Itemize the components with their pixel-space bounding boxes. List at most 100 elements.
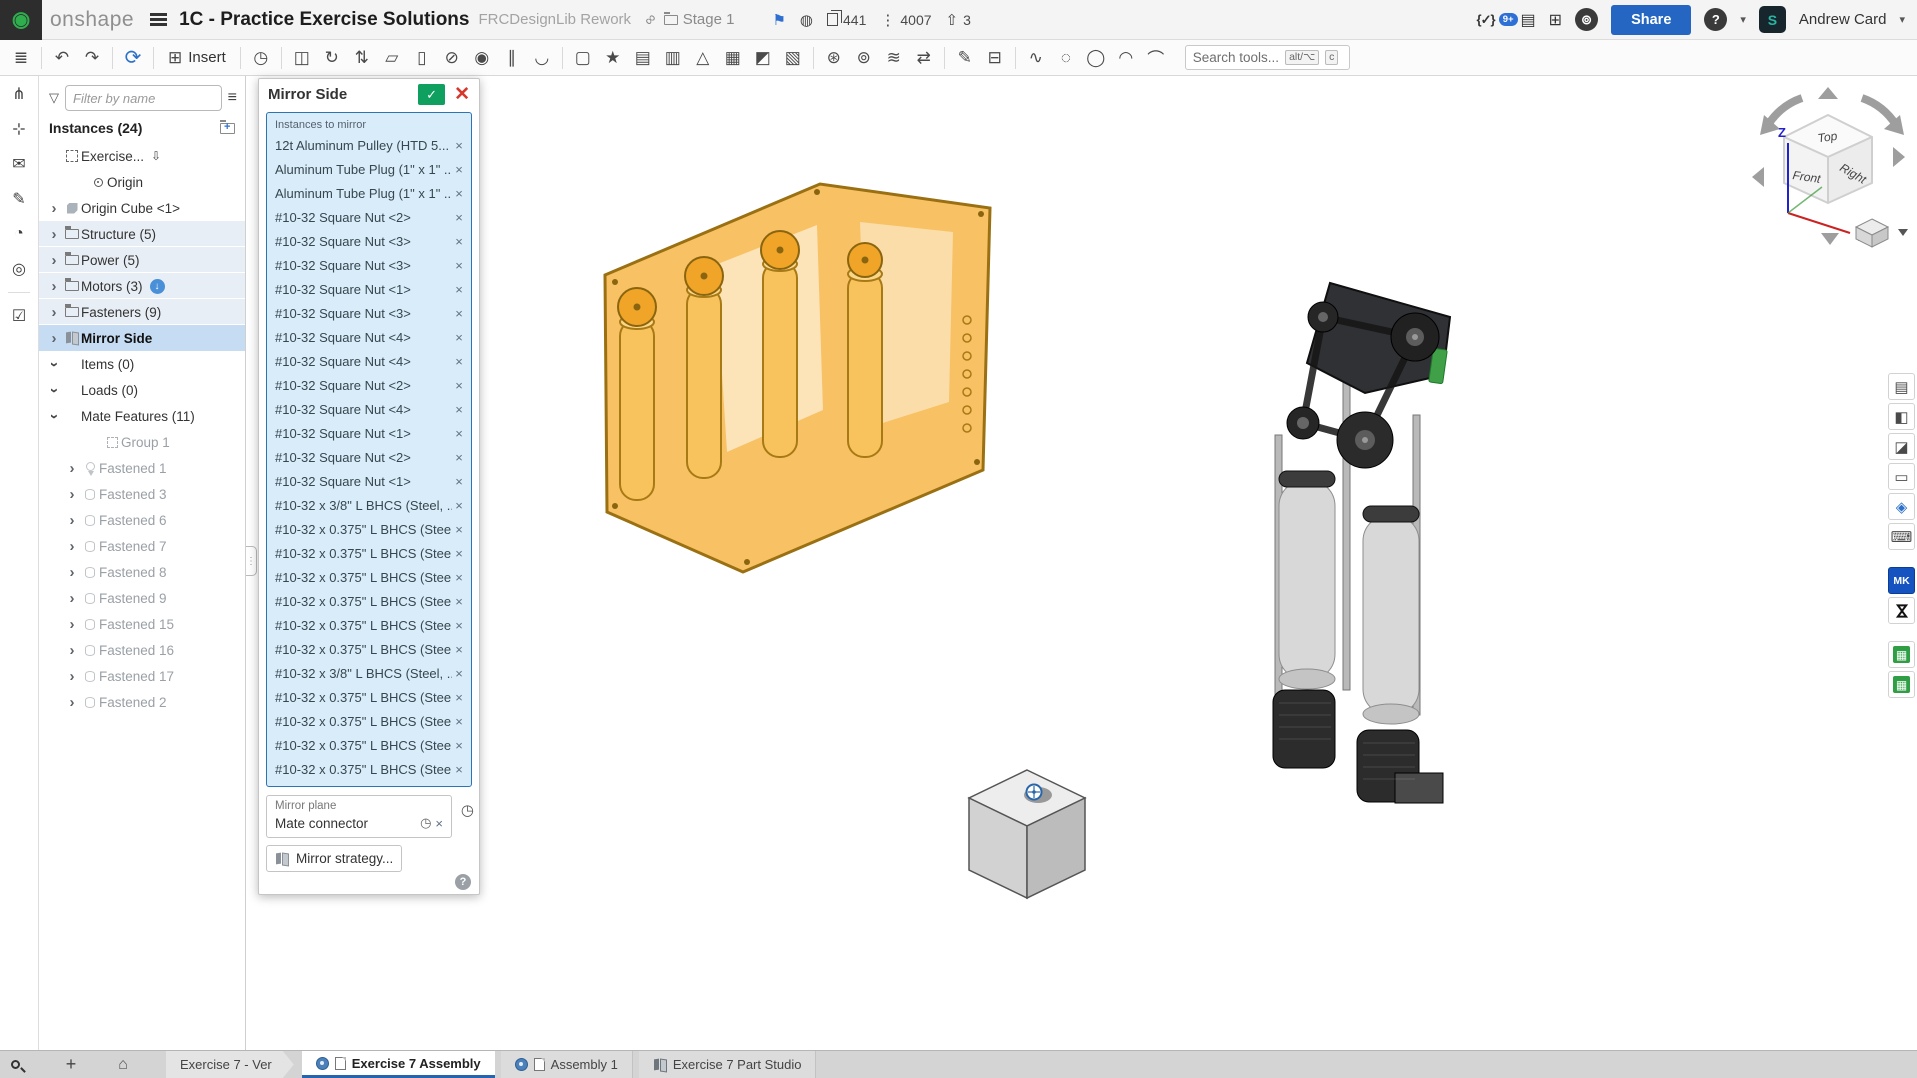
remove-instance-button[interactable]: × xyxy=(452,570,466,585)
tree-item[interactable]: Fastened 6 xyxy=(39,507,245,533)
remove-instance-button[interactable]: × xyxy=(452,738,466,753)
clear-mirror-plane-button[interactable]: × xyxy=(435,816,443,831)
chevron-icon[interactable] xyxy=(63,668,81,685)
tree-item[interactable]: Loads (0) xyxy=(39,377,245,403)
mirror-instance-item[interactable]: #10-32 Square Nut <2> × xyxy=(267,373,471,397)
fastened-mate-icon[interactable]: ◫ xyxy=(287,44,317,72)
tree-item[interactable]: Origin Cube <1> xyxy=(39,195,245,221)
remove-instance-button[interactable]: × xyxy=(452,690,466,705)
arc-icon[interactable]: ◠ xyxy=(1111,44,1141,72)
remove-instance-button[interactable]: × xyxy=(452,258,466,273)
remove-instance-button[interactable]: × xyxy=(452,330,466,345)
tangent-arc-icon[interactable]: ⌒ xyxy=(1141,44,1171,72)
toolbar-button[interactable] xyxy=(36,44,47,72)
mirror-instance-item[interactable]: #10-32 Square Nut <1> × xyxy=(267,277,471,301)
toolbar-button[interactable] xyxy=(1010,44,1021,72)
render-options-button[interactable] xyxy=(0,1051,30,1078)
activity-button[interactable] xyxy=(8,292,30,293)
configuration-icon[interactable]: ⊟ xyxy=(980,44,1010,72)
history-icon[interactable]: ◔ xyxy=(6,222,32,246)
spotlight-search-icon[interactable]: ◎ xyxy=(6,257,32,281)
tree-item[interactable]: Mate Features (11) xyxy=(39,403,245,429)
chevron-icon[interactable] xyxy=(45,408,63,425)
publication-icon[interactable]: ▧ xyxy=(778,44,808,72)
toolbar-button[interactable] xyxy=(148,44,159,72)
mirror-instance-item[interactable]: #10-32 x 0.375" L BHCS (Stee... × xyxy=(267,613,471,637)
remove-instance-button[interactable]: × xyxy=(452,474,466,489)
remove-instance-button[interactable]: × xyxy=(452,666,466,681)
remove-instance-button[interactable]: × xyxy=(452,234,466,249)
pin-slot-mate-icon[interactable]: ⊘ xyxy=(437,44,467,72)
dialog-help-icon[interactable]: ? xyxy=(455,874,471,890)
orange-assembly-model[interactable] xyxy=(565,170,1025,595)
app-pinwheel-icon[interactable]: ◈ xyxy=(1888,493,1915,520)
chevron-icon[interactable] xyxy=(63,564,81,581)
tree-item[interactable]: Fastened 7 xyxy=(39,533,245,559)
shortcut-keys-icon[interactable]: ⌨ xyxy=(1888,523,1915,550)
toolbar-button[interactable] xyxy=(808,44,819,72)
remove-instance-button[interactable]: × xyxy=(452,762,466,777)
avatar[interactable]: S xyxy=(1758,6,1786,33)
remove-instance-button[interactable]: × xyxy=(452,498,466,513)
parallel-mate-icon[interactable]: ∥ xyxy=(497,44,527,72)
toolbar-button[interactable] xyxy=(557,44,568,72)
help-caret-icon[interactable]: ▾ xyxy=(1740,13,1746,26)
chevron-icon[interactable] xyxy=(63,590,81,607)
tasks-icon[interactable]: ▤ xyxy=(1521,10,1536,30)
views-stat[interactable]: ⋮ 4007 xyxy=(880,11,931,29)
dark-assembly-model[interactable] xyxy=(1245,275,1460,810)
filter-icon[interactable]: ▽ xyxy=(49,90,59,106)
ellipse-icon[interactable]: ◌ xyxy=(1051,44,1081,72)
mirror-instance-item[interactable]: #10-32 Square Nut <2> × xyxy=(267,205,471,229)
toolbar-button[interactable] xyxy=(939,44,950,72)
chevron-icon[interactable] xyxy=(45,226,63,243)
mate-connector-icon[interactable]: ◷ xyxy=(246,44,276,72)
drawing-icon[interactable]: ✎ xyxy=(950,44,980,72)
mirror-instance-item[interactable]: #10-32 x 3/8" L BHCS (Steel, ... × xyxy=(267,661,471,685)
table-app-icon[interactable]: ▦ xyxy=(1888,671,1915,698)
versions-icon[interactable]: ⋔ xyxy=(6,82,32,106)
panel-resize-handle[interactable]: ⋮ xyxy=(246,546,257,576)
mirror-instance-item[interactable]: #10-32 Square Nut <2> × xyxy=(267,445,471,469)
chevron-icon[interactable] xyxy=(63,694,81,711)
exploded-view-icon[interactable]: △ xyxy=(688,44,718,72)
undo-icon[interactable]: ↶ xyxy=(47,44,77,72)
butterfly-app-icon[interactable]: ⋈ xyxy=(1888,597,1915,624)
tree-item[interactable]: Exercise... xyxy=(39,143,245,169)
copies-stat[interactable]: 441 xyxy=(827,10,866,28)
sheet-app-icon[interactable]: ▦ xyxy=(1888,641,1915,668)
toolbar-button[interactable] xyxy=(276,44,287,72)
bom-panel-icon[interactable]: ▤ xyxy=(1888,373,1915,400)
cancel-button[interactable]: ✕ xyxy=(454,85,470,104)
tangent-mate-icon[interactable]: ◡ xyxy=(527,44,557,72)
remove-instance-button[interactable]: × xyxy=(452,138,466,153)
chevron-icon[interactable] xyxy=(63,512,81,529)
chevron-icon[interactable] xyxy=(45,278,63,295)
mirror-instance-item[interactable]: #10-32 x 0.375" L BHCS (Stee... × xyxy=(267,709,471,733)
featurescript-icon[interactable]: {✓} xyxy=(1477,12,1496,28)
tree-item[interactable]: Fastened 17 xyxy=(39,663,245,689)
update-icon[interactable]: ⟳ xyxy=(118,44,148,72)
help-button[interactable]: ? xyxy=(1704,8,1728,31)
insert-part-icon[interactable]: ▤ xyxy=(628,44,658,72)
mirror-instance-item[interactable]: 12t Aluminum Pulley (HTD 5... × xyxy=(267,133,471,157)
remove-instance-button[interactable]: × xyxy=(452,714,466,729)
ball-mate-icon[interactable]: ◉ xyxy=(467,44,497,72)
tab-exercise7-assembly[interactable]: Exercise 7 Assembly xyxy=(301,1051,495,1078)
hamburger-menu-icon[interactable] xyxy=(150,13,168,26)
chevron-icon[interactable] xyxy=(45,330,63,347)
user-caret-icon[interactable]: ▾ xyxy=(1899,13,1905,26)
tree-item[interactable]: Motors (3) xyxy=(39,273,245,299)
mirror-instance-item[interactable]: #10-32 x 3/8" L BHCS (Steel, ... × xyxy=(267,493,471,517)
tree-item[interactable]: Items (0) xyxy=(39,351,245,377)
rack-relation-icon[interactable]: ≋ xyxy=(879,44,909,72)
mirror-instance-item[interactable]: #10-32 Square Nut <4> × xyxy=(267,397,471,421)
standard-content-icon[interactable]: ★ xyxy=(598,44,628,72)
comments-icon[interactable]: ✉ xyxy=(6,152,32,176)
apps-icon[interactable]: ⊞ xyxy=(1549,10,1562,30)
mirror-instance-item[interactable]: Aluminum Tube Plug (1" x 1" ... × xyxy=(267,157,471,181)
remove-instance-button[interactable]: × xyxy=(452,522,466,537)
bom-icon[interactable]: ▦ xyxy=(718,44,748,72)
tree-item[interactable]: Origin xyxy=(39,169,245,195)
replicate-icon[interactable]: ⇄ xyxy=(909,44,939,72)
